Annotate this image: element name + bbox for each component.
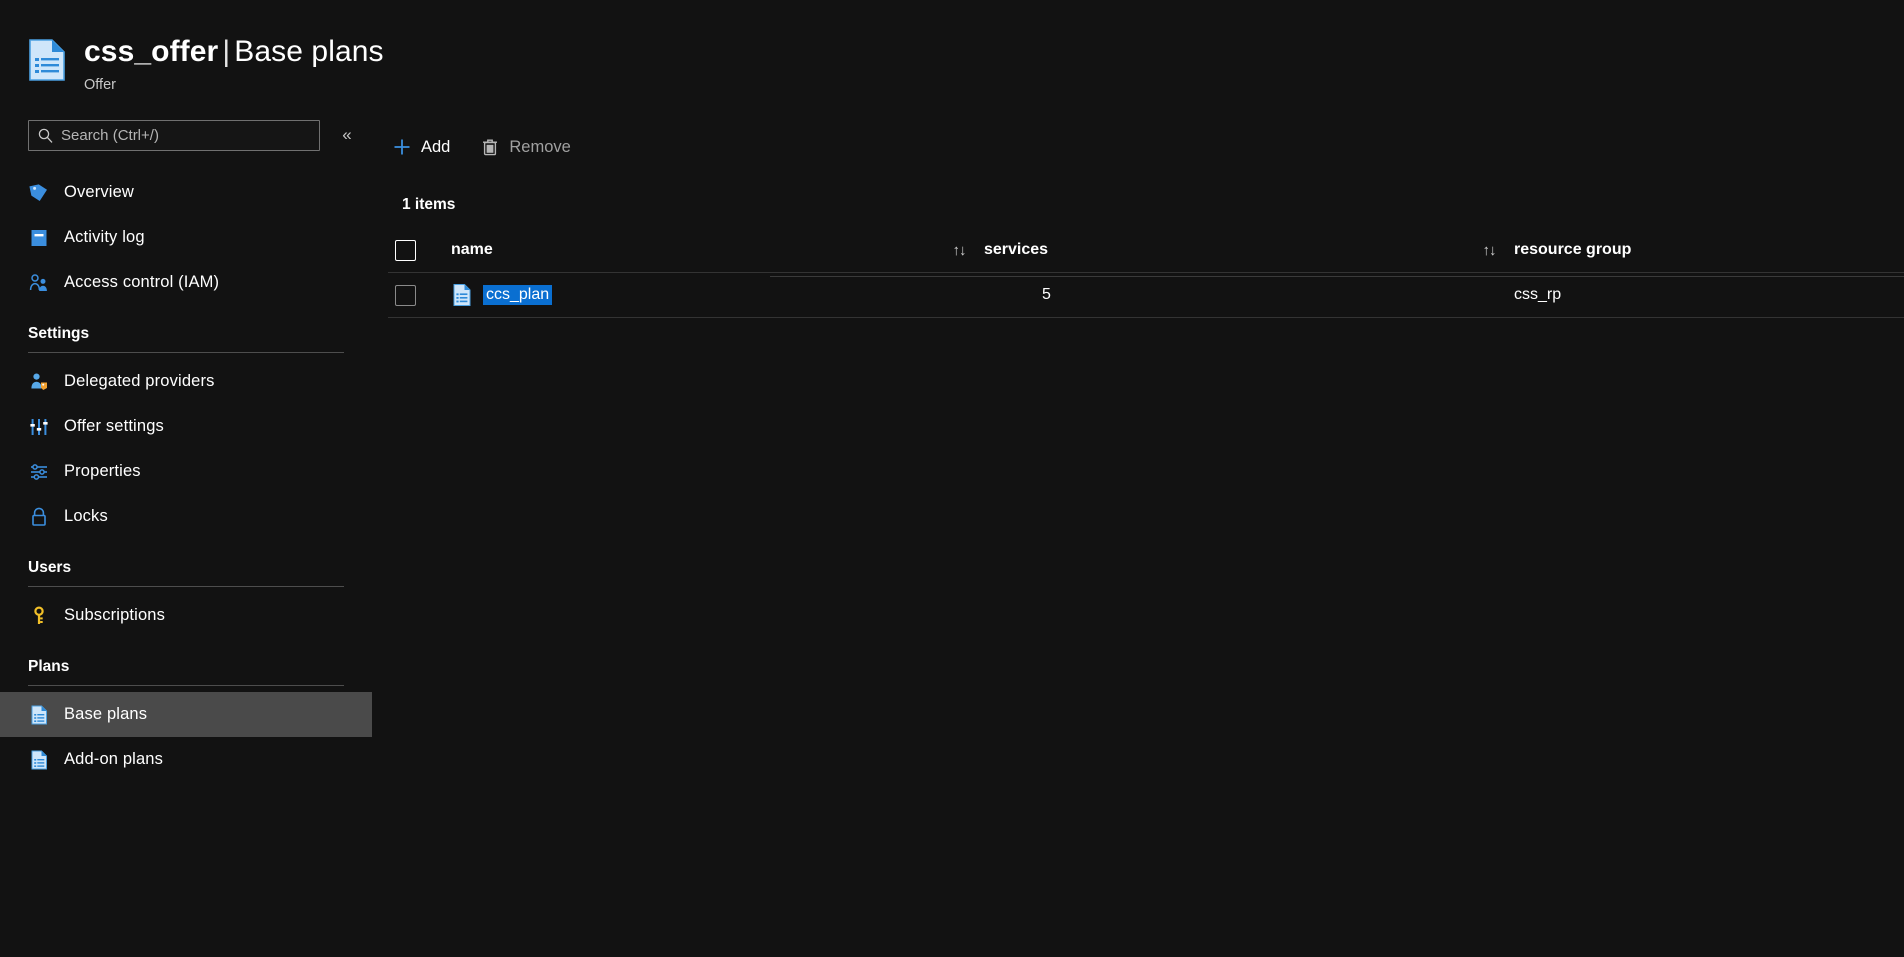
sort-arrows-icon: ↑↓ — [953, 242, 966, 259]
divider — [28, 352, 344, 353]
column-header-services[interactable]: services — [984, 241, 1464, 259]
plan-document-icon — [451, 283, 473, 307]
select-all-cell[interactable] — [388, 240, 444, 261]
divider — [28, 685, 344, 686]
header-titles: css_offer|Base plans Offer — [84, 34, 384, 93]
sidebar-group-title: Users — [0, 559, 372, 577]
plus-icon — [392, 137, 412, 157]
sidebar-group-settings: Settings Delegated providers — [0, 325, 372, 539]
sidebar-item-delegated-providers[interactable]: Delegated providers — [0, 359, 372, 404]
title-separator: | — [218, 35, 234, 68]
row-resource-group-value: css_rp — [1514, 286, 1561, 304]
sidebar-group-plans: Plans — [0, 658, 372, 782]
page-title: css_offer|Base plans — [84, 34, 384, 70]
blade-body: « Overview — [0, 108, 1904, 957]
sidebar-item-properties[interactable]: Properties — [0, 449, 372, 494]
sidebar-item-label: Offer settings — [64, 417, 164, 436]
sidebar-item-label: Delegated providers — [64, 372, 215, 391]
sidebar-item-activity-log[interactable]: Activity log — [0, 215, 372, 260]
sidebar-group-title: Plans — [0, 658, 372, 676]
sidebar-search-row: « — [0, 114, 372, 156]
blade-header: css_offer|Base plans Offer — [0, 0, 1904, 108]
search-input[interactable] — [61, 127, 301, 144]
tag-icon — [28, 182, 50, 204]
row-services-cell: 5 — [984, 286, 1464, 304]
plan-document-icon — [28, 704, 50, 726]
sidebar-item-label: Access control (IAM) — [64, 273, 219, 292]
activity-log-icon — [28, 227, 50, 249]
item-count-label: 1 items — [388, 182, 1904, 214]
remove-button[interactable]: Remove — [468, 130, 582, 164]
people-icon — [28, 272, 50, 294]
column-header-label: resource group — [1514, 241, 1631, 259]
search-box[interactable] — [28, 120, 320, 151]
blade-content: Add Remove 1 items — [372, 108, 1904, 957]
sidebar-item-add-on-plans[interactable]: Add-on plans — [0, 737, 372, 782]
add-button-label: Add — [421, 138, 450, 157]
sidebar-nav: Overview Activity log — [0, 170, 372, 782]
row-name-label[interactable]: ccs_plan — [483, 285, 552, 305]
divider — [28, 586, 344, 587]
row-name-cell[interactable]: ccs_plan — [444, 283, 934, 307]
search-icon — [37, 127, 54, 144]
collapse-sidebar-button[interactable]: « — [332, 120, 362, 150]
add-button[interactable]: Add — [380, 130, 462, 164]
command-bar-divider — [770, 276, 1904, 277]
sidebar-group-title: Settings — [0, 325, 372, 343]
lock-icon — [28, 506, 50, 528]
sidebar-item-label: Overview — [64, 183, 134, 202]
table-header-row: name ↑↓ services ↑↓ resource group — [388, 228, 1904, 272]
remove-button-label: Remove — [509, 138, 570, 157]
sidebar-item-label: Properties — [64, 462, 141, 481]
sidebar-item-offer-settings[interactable]: Offer settings — [0, 404, 372, 449]
sort-services-button[interactable]: ↑↓ — [1464, 242, 1514, 259]
column-header-label: name — [444, 241, 493, 259]
row-resource-group-cell: css_rp — [1514, 286, 1904, 304]
plan-document-icon — [28, 749, 50, 771]
column-header-label: services — [984, 241, 1048, 259]
delegated-providers-icon — [28, 371, 50, 393]
resource-type-subtitle: Offer — [84, 77, 384, 93]
sidebar-item-label: Add-on plans — [64, 750, 163, 769]
sidebar-item-overview[interactable]: Overview — [0, 170, 372, 215]
column-header-name[interactable]: name — [444, 241, 934, 259]
sidebar-item-label: Locks — [64, 507, 108, 526]
sidebar-item-label: Base plans — [64, 705, 147, 724]
row-select-cell[interactable] — [388, 285, 444, 306]
sort-name-button[interactable]: ↑↓ — [934, 242, 984, 259]
sort-arrows-icon: ↑↓ — [1483, 242, 1496, 259]
command-bar: Add Remove — [372, 108, 1904, 166]
sidebar-item-label: Subscriptions — [64, 606, 165, 625]
sidebar-item-access-control[interactable]: Access control (IAM) — [0, 260, 372, 305]
offer-document-icon — [26, 38, 68, 82]
properties-icon — [28, 461, 50, 483]
resource-name: css_offer — [84, 35, 218, 68]
sliders-icon — [28, 416, 50, 438]
sidebar-item-base-plans[interactable]: Base plans — [0, 692, 372, 737]
sidebar-item-locks[interactable]: Locks — [0, 494, 372, 539]
sidebar-item-label: Activity log — [64, 228, 145, 247]
sidebar-group-users: Users Subscriptions — [0, 559, 372, 638]
table-row[interactable]: ccs_plan 5 css_rp — [388, 272, 1904, 318]
select-all-checkbox[interactable] — [395, 240, 416, 261]
trash-icon — [480, 137, 500, 157]
azure-portal-blade: css_offer|Base plans Offer « — [0, 0, 1904, 957]
row-checkbox[interactable] — [395, 285, 416, 306]
blade-sidebar: « Overview — [0, 108, 372, 957]
blade-section-name: Base plans — [234, 35, 383, 68]
row-services-value: 5 — [984, 286, 1051, 304]
plans-table: 1 items name ↑↓ services ↑↓ — [372, 166, 1904, 318]
key-icon — [28, 605, 50, 627]
column-header-resource-group[interactable]: resource group — [1514, 241, 1904, 259]
sidebar-item-subscriptions[interactable]: Subscriptions — [0, 593, 372, 638]
